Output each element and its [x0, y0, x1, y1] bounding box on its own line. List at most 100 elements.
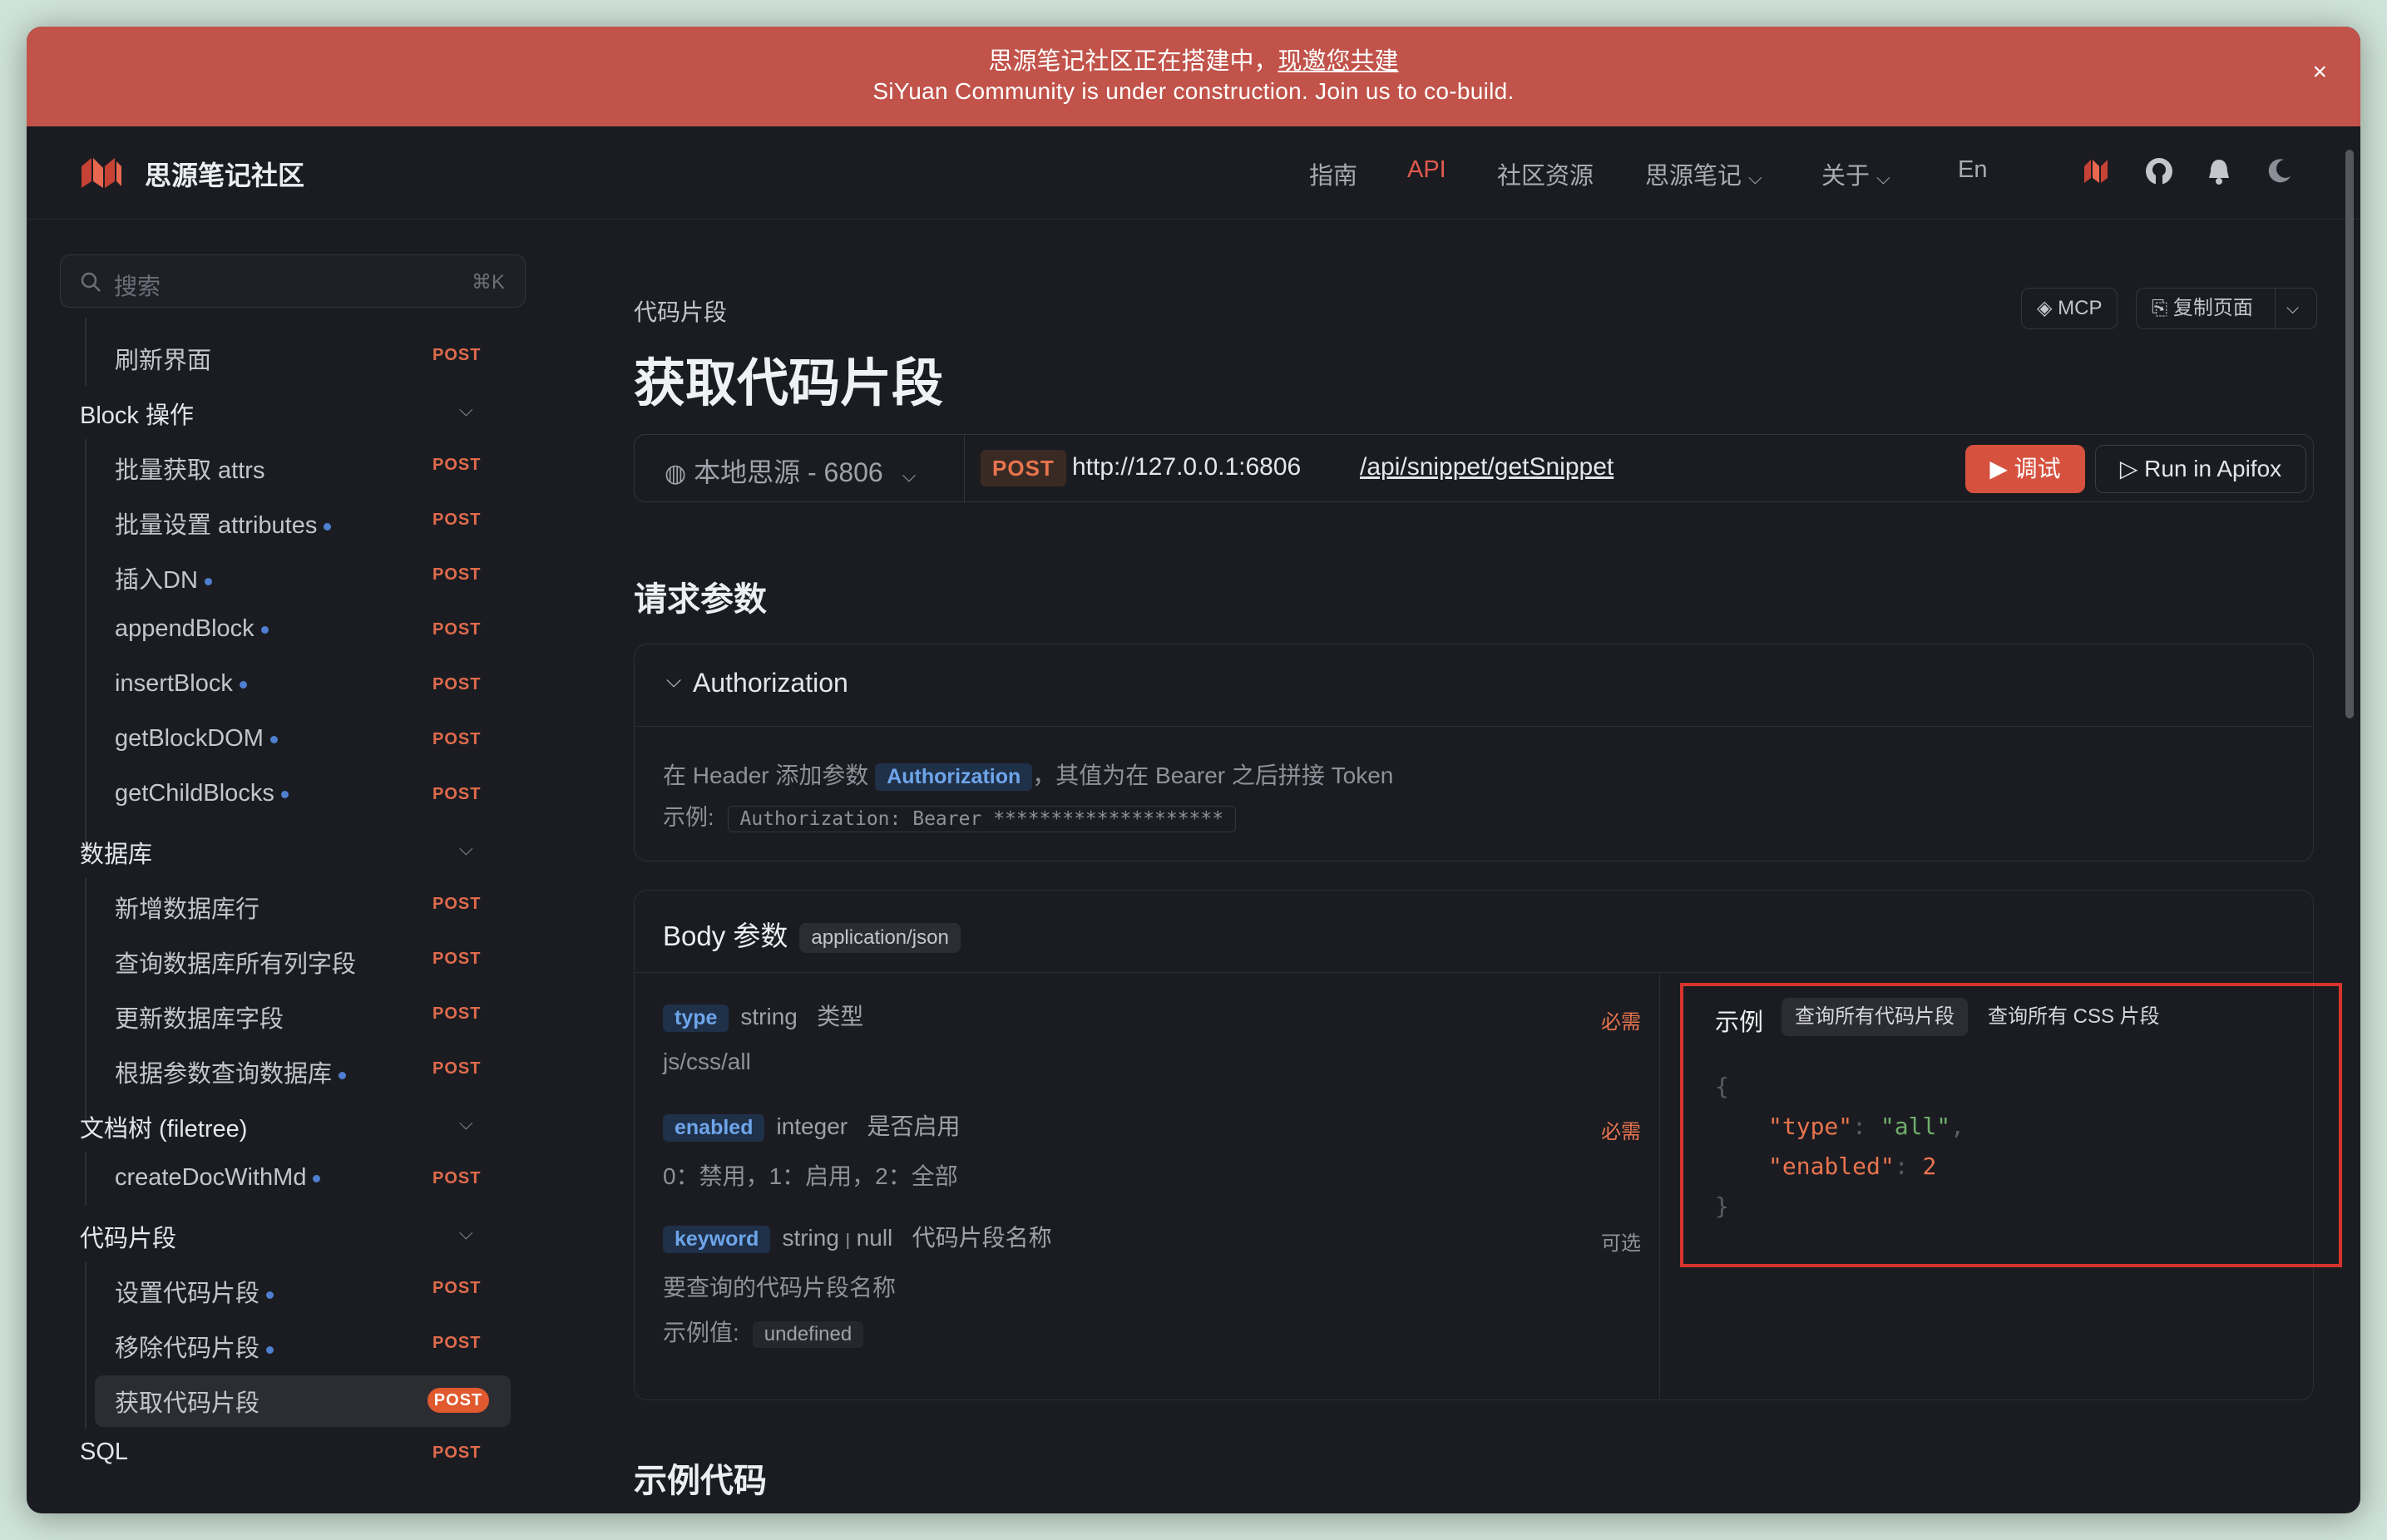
- sidebar-item-update-db-field[interactable]: 更新数据库字段: [115, 1000, 284, 1034]
- sidebar-item-create-doc-with-md[interactable]: createDocWithMd: [115, 1164, 321, 1192]
- method-badge: POST: [981, 450, 1066, 486]
- sidebar-group-snippet[interactable]: 代码片段: [80, 1219, 176, 1254]
- sidebar-item-batch-get-attrs[interactable]: 批量获取 attrs: [115, 451, 264, 486]
- siyuan-icon[interactable]: [2081, 155, 2114, 188]
- search-placeholder: 搜索: [114, 274, 161, 299]
- param-name: enabled: [663, 1114, 765, 1142]
- authorization-chip: Authorization: [875, 763, 1033, 792]
- divider: [635, 726, 2313, 727]
- nav-guide[interactable]: 指南: [1309, 156, 1357, 191]
- debug-button[interactable]: ▶ 调试: [1965, 445, 2085, 493]
- nav-api[interactable]: API: [1407, 156, 1446, 184]
- divider: [1659, 972, 1660, 1399]
- new-dot-icon: [260, 625, 269, 634]
- authorization-toggle[interactable]: Authorization: [693, 668, 848, 698]
- sidebar-tree-line: [85, 878, 86, 1124]
- copy-page-button[interactable]: ⎘ 复制页面 ⌵: [2136, 288, 2317, 329]
- sidebar-group-block[interactable]: Block 操作: [80, 396, 194, 431]
- sidebar-item-get-child-blocks[interactable]: getChildBlocks: [115, 780, 289, 807]
- sidebar-item-insert-dn[interactable]: 插入DN: [115, 560, 212, 595]
- sidebar-item-refresh[interactable]: 刷新界面: [115, 341, 211, 376]
- chevron-down-icon[interactable]: ⌵: [459, 399, 473, 421]
- nav-siyuan[interactable]: 思源笔记 ⌵: [1645, 156, 1762, 191]
- authorization-card: ⌵ Authorization 在 Header 添加参数 Authorizat…: [634, 644, 2314, 861]
- page-title: 获取代码片段: [634, 355, 944, 412]
- new-dot-icon: [239, 680, 247, 689]
- bell-icon[interactable]: [2202, 155, 2236, 188]
- scrollbar[interactable]: [2345, 150, 2354, 718]
- required-label: 必需: [1601, 1011, 1641, 1034]
- post-badge: POST: [432, 346, 482, 364]
- chevron-down-icon[interactable]: ⌵: [459, 838, 473, 860]
- request-path[interactable]: /api/snippet/getSnippet: [1360, 453, 1614, 481]
- sidebar-item-query-db-by-params[interactable]: 根据参数查询数据库: [115, 1054, 347, 1089]
- brand-name[interactable]: 思源笔记社区: [145, 155, 304, 193]
- chevron-down-icon[interactable]: ⌵: [666, 669, 681, 693]
- sidebar-item-add-db-row[interactable]: 新增数据库行: [115, 890, 259, 925]
- sidebar-item-set-snippet[interactable]: 设置代码片段: [115, 1274, 274, 1309]
- param-name: keyword: [663, 1226, 771, 1253]
- play-icon: ▶: [1989, 456, 2008, 481]
- new-dot-icon: [266, 1291, 274, 1299]
- moon-icon[interactable]: [2262, 155, 2296, 188]
- post-badge-active: POST: [427, 1388, 489, 1413]
- divider: [964, 435, 965, 501]
- sidebar-item-query-db-columns[interactable]: 查询数据库所有列字段: [115, 945, 356, 980]
- post-badge: POST: [432, 785, 482, 803]
- sidebar-tree-line: [85, 1153, 86, 1206]
- content-type-badge: application/json: [799, 923, 961, 954]
- param-enabled: enabled integer 是否启用: [663, 1108, 960, 1142]
- body-params-heading: Body 参数 application/json: [663, 914, 961, 954]
- nav-language[interactable]: En: [1958, 156, 1987, 184]
- search-input[interactable]: 搜索 ⌘K: [60, 254, 526, 308]
- post-badge: POST: [432, 1169, 482, 1187]
- sidebar-item-sql[interactable]: SQL: [80, 1439, 128, 1466]
- request-url-bar: ◍ 本地思源 - 6806 ⌵ POST http://127.0.0.1:68…: [634, 434, 2314, 502]
- new-dot-icon: [280, 790, 289, 798]
- code-brace-open: {: [1715, 1073, 1729, 1100]
- siyuan-logo-icon[interactable]: [80, 156, 123, 190]
- sidebar-tree-line: [85, 439, 86, 850]
- announcement-banner: 思源笔记社区正在搭建中，现邀您共建 SiYuan Community is un…: [27, 27, 2360, 126]
- new-dot-icon: [324, 522, 332, 531]
- breadcrumb[interactable]: 代码片段: [634, 294, 727, 328]
- example-value: undefined: [752, 1321, 864, 1348]
- post-badge: POST: [432, 895, 482, 913]
- github-icon[interactable]: [2142, 155, 2176, 188]
- sidebar-item-insert-block[interactable]: insertBlock: [115, 670, 247, 698]
- mcp-button[interactable]: ◈ MCP: [2021, 288, 2118, 329]
- tab-query-css-snippets[interactable]: 查询所有 CSS 片段: [1974, 998, 2173, 1036]
- sidebar-tree-line: [85, 318, 86, 386]
- tab-query-all-snippets[interactable]: 查询所有代码片段: [1782, 998, 1968, 1036]
- code-brace-close: }: [1715, 1192, 1729, 1220]
- chevron-down-icon[interactable]: ⌵: [459, 1113, 473, 1134]
- code-line-enabled: "enabled": 2: [1768, 1153, 1937, 1180]
- optional-label: 可选: [1601, 1232, 1641, 1255]
- sidebar-group-database[interactable]: 数据库: [80, 835, 152, 870]
- sidebar-group-filetree[interactable]: 文档树 (filetree): [80, 1109, 247, 1144]
- run-in-apifox-button[interactable]: ▷ Run in Apifox: [2095, 445, 2306, 493]
- param-name: type: [663, 1004, 729, 1032]
- search-shortcut: ⌘K: [471, 271, 505, 294]
- post-badge: POST: [432, 1334, 482, 1352]
- request-params-heading: 请求参数: [634, 581, 767, 618]
- required-label: 必需: [1601, 1121, 1641, 1143]
- chevron-down-icon: ⌵: [902, 465, 917, 486]
- authorization-example: 示例: Authorization: Bearer ***************…: [663, 799, 1237, 832]
- banner-cobuild-link[interactable]: 现邀您共建: [1278, 48, 1399, 75]
- post-badge: POST: [432, 950, 482, 968]
- chevron-down-icon[interactable]: ⌵: [2286, 289, 2299, 328]
- sidebar-item-batch-set-attributes[interactable]: 批量设置 attributes: [115, 506, 332, 540]
- close-icon[interactable]: ×: [2312, 58, 2327, 86]
- sidebar-item-append-block[interactable]: appendBlock: [115, 615, 269, 643]
- sidebar-item-get-snippet-label: 获取代码片段: [115, 1390, 260, 1417]
- nav-about[interactable]: 关于 ⌵: [1821, 156, 1890, 191]
- chevron-down-icon[interactable]: ⌵: [459, 1222, 473, 1244]
- post-badge: POST: [432, 1279, 482, 1297]
- sidebar-item-remove-snippet[interactable]: 移除代码片段: [115, 1329, 274, 1364]
- sidebar-item-get-block-dom[interactable]: getBlockDOM: [115, 725, 278, 753]
- environment-select[interactable]: ◍ 本地思源 - 6806 ⌵: [665, 452, 916, 490]
- post-badge: POST: [432, 1059, 482, 1078]
- request-host: http://127.0.0.1:6806: [1072, 453, 1302, 481]
- nav-community-resources[interactable]: 社区资源: [1497, 156, 1594, 191]
